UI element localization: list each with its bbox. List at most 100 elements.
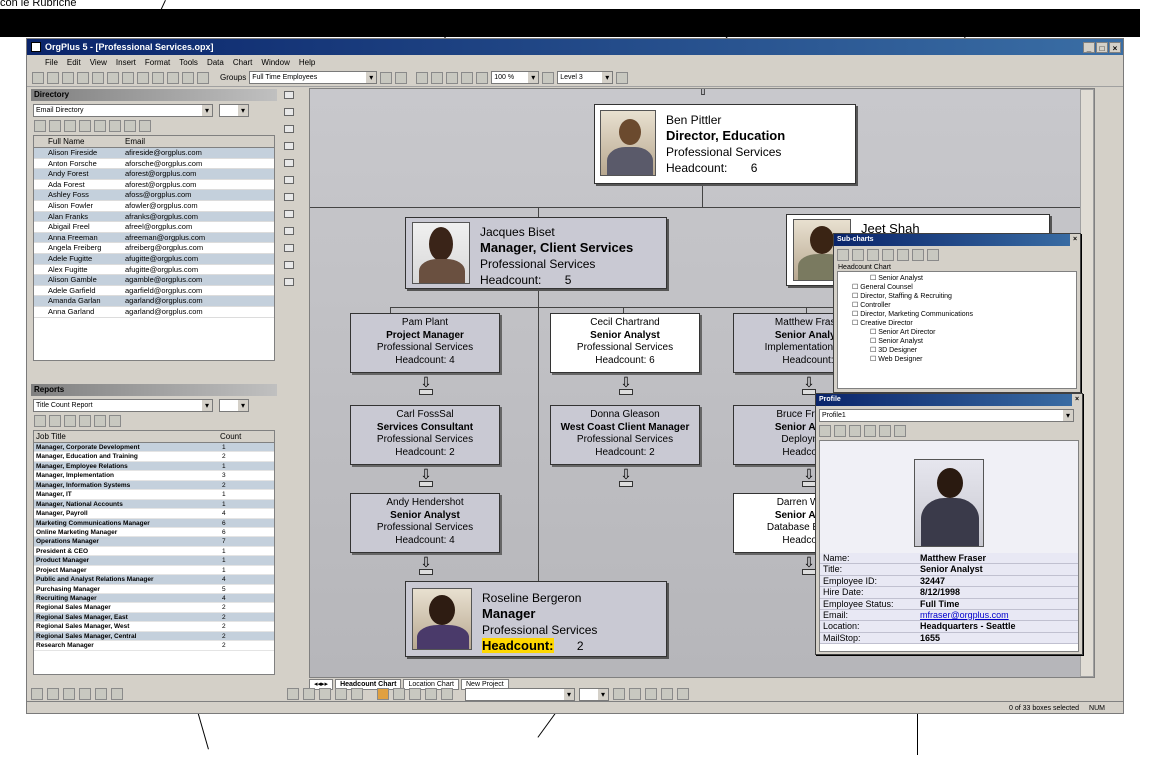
maximize-button[interactable]: □: [1096, 41, 1108, 53]
group-options-icon[interactable]: [380, 71, 393, 84]
expand-down-icon[interactable]: ⇩: [418, 375, 434, 399]
delete-icon[interactable]: [912, 249, 924, 261]
group-edit-icon[interactable]: [395, 71, 408, 84]
redo-icon[interactable]: [182, 71, 194, 84]
filter-icon[interactable]: [197, 71, 209, 84]
table-row[interactable]: Public and Analyst Relations Manager 4: [34, 575, 274, 585]
tree-item[interactable]: ☐ Director, Marketing Communications: [842, 310, 1076, 319]
fit-icon[interactable]: [446, 71, 459, 84]
staff-icon[interactable]: [284, 176, 294, 184]
table-row[interactable]: Recruiting Manager 4: [34, 594, 274, 604]
layout-icon[interactable]: [335, 688, 347, 700]
tree-item[interactable]: ☐ Web Designer: [842, 355, 1076, 364]
org-box[interactable]: Cecil Chartrand Senior Analyst Professiona…: [550, 313, 700, 373]
pin-icon[interactable]: [139, 120, 151, 132]
ellipse-icon[interactable]: [284, 244, 294, 252]
table-row[interactable]: Marketing Communications Manager 6: [34, 518, 274, 528]
column-email[interactable]: Email: [122, 136, 274, 147]
menu-chart[interactable]: Chart: [233, 58, 253, 67]
fill-icon[interactable]: [95, 688, 107, 700]
undo-icon[interactable]: [167, 71, 179, 84]
table-row[interactable]: Regional Sales Manager, Central 2: [34, 631, 274, 642]
zoom-in-icon[interactable]: [416, 71, 429, 84]
close-button[interactable]: ×: [1109, 41, 1121, 53]
table-row[interactable]: Manager, Implementation 3: [34, 471, 274, 481]
table-row[interactable]: Alison Gamble agamble@orgplus.com: [34, 275, 274, 286]
expand-down-icon[interactable]: ⇩: [618, 375, 634, 399]
table-row[interactable]: Alison Fowler afowler@orgplus.com: [34, 201, 274, 212]
directory-select[interactable]: Email Directory: [33, 104, 213, 117]
print-icon[interactable]: [34, 120, 46, 132]
table-row[interactable]: Anna Garland agarland@orgplus.com: [34, 307, 274, 318]
checkbox-icon[interactable]: ☐: [870, 338, 876, 345]
line-icon[interactable]: [284, 210, 294, 218]
table-row[interactable]: Manager, National Accounts 1: [34, 499, 274, 510]
add-icon[interactable]: [284, 125, 294, 133]
chart-icon[interactable]: [94, 120, 106, 132]
print-icon[interactable]: [34, 415, 46, 427]
color-icon[interactable]: [111, 688, 123, 700]
copy-icon[interactable]: [849, 425, 861, 437]
menu-edit[interactable]: Edit: [67, 58, 81, 67]
box-style-icon[interactable]: [63, 688, 75, 700]
checkbox-icon[interactable]: ☐: [870, 329, 876, 336]
table-row[interactable]: Operations Manager 7: [34, 537, 274, 547]
table-row[interactable]: Adele Fugitte afugitte@orgplus.com: [34, 253, 274, 265]
table-row[interactable]: Project Manager 1: [34, 566, 274, 576]
column-job-title[interactable]: Job Title: [34, 431, 216, 442]
table-icon[interactable]: [109, 120, 121, 132]
menu-file[interactable]: File: [45, 58, 58, 67]
table-row[interactable]: President & CEO 1: [34, 547, 274, 557]
org-box-roseline-bergeron[interactable]: Roseline Bergeron Manager Professional S…: [405, 581, 667, 657]
table-row[interactable]: Online Marketing Manager 6: [34, 528, 274, 538]
chart-icon[interactable]: [94, 415, 106, 427]
settings-icon[interactable]: [124, 120, 136, 132]
paste-icon[interactable]: [152, 71, 164, 84]
checkbox-icon[interactable]: ☐: [870, 275, 876, 282]
table-row[interactable]: Regional Sales Manager 2: [34, 603, 274, 613]
minimize-button[interactable]: _: [1083, 41, 1095, 53]
org-box[interactable]: Donna Gleason West Coast Client Manager Pr…: [550, 405, 700, 465]
checkbox-icon[interactable]: ☐: [852, 311, 858, 318]
table-icon[interactable]: [109, 415, 121, 427]
align-center-icon[interactable]: [661, 688, 673, 700]
org-box-jacques-biset[interactable]: Jacques Biset Manager, Client Services P…: [405, 217, 667, 289]
level-select[interactable]: Level 3: [557, 71, 614, 84]
table-row[interactable]: Angela Freiberg afreiberg@orgplus.com: [34, 243, 274, 254]
print-icon[interactable]: [867, 249, 879, 261]
rounded-icon[interactable]: [284, 261, 294, 269]
table-row[interactable]: Manager, IT 1: [34, 490, 274, 500]
open-icon[interactable]: [47, 71, 59, 84]
text-icon[interactable]: [284, 278, 294, 286]
save-icon[interactable]: [62, 71, 74, 84]
zoom-out-icon[interactable]: [431, 71, 444, 84]
align-right-icon[interactable]: [677, 688, 689, 700]
new-icon[interactable]: [32, 71, 44, 84]
preview-icon[interactable]: [49, 415, 61, 427]
profile-select[interactable]: Profile1: [819, 409, 1074, 422]
excel-icon[interactable]: [882, 249, 894, 261]
table-row[interactable]: Anton Forsche aforsche@orgplus.com: [34, 159, 274, 170]
checkbox-icon[interactable]: ☐: [852, 320, 858, 327]
table-row[interactable]: Alison Fireside afireside@orgplus.com: [34, 148, 274, 159]
rect-icon[interactable]: [284, 227, 294, 235]
tree-item[interactable]: ☐ Senior Analyst: [842, 274, 1076, 283]
directory-view-select[interactable]: [219, 104, 249, 117]
align-left-icon[interactable]: [645, 688, 657, 700]
table-row[interactable]: Ashley Foss afoss@orgplus.com: [34, 190, 274, 201]
style-icon[interactable]: [425, 688, 437, 700]
table-row[interactable]: Adele Garfield agarfield@orgplus.com: [34, 286, 274, 297]
tree-item[interactable]: ☐ Senior Analyst: [842, 337, 1076, 346]
check-icon[interactable]: [837, 249, 849, 261]
checkbox-icon[interactable]: ☐: [870, 347, 876, 354]
copy-icon[interactable]: [897, 249, 909, 261]
close-icon[interactable]: ×: [1072, 394, 1082, 406]
table-row[interactable]: Manager, Employee Relations 1: [34, 461, 274, 472]
close-icon[interactable]: ×: [1070, 234, 1080, 246]
table-row[interactable]: Ada Forest aforest@orgplus.com: [34, 180, 274, 191]
font-select[interactable]: [465, 687, 575, 701]
layout-icon[interactable]: [303, 688, 315, 700]
save-icon[interactable]: [927, 249, 939, 261]
table-row[interactable]: Amanda Garlan agarland@orgplus.com: [34, 296, 274, 307]
table-row[interactable]: Alan Franks afranks@orgplus.com: [34, 211, 274, 223]
